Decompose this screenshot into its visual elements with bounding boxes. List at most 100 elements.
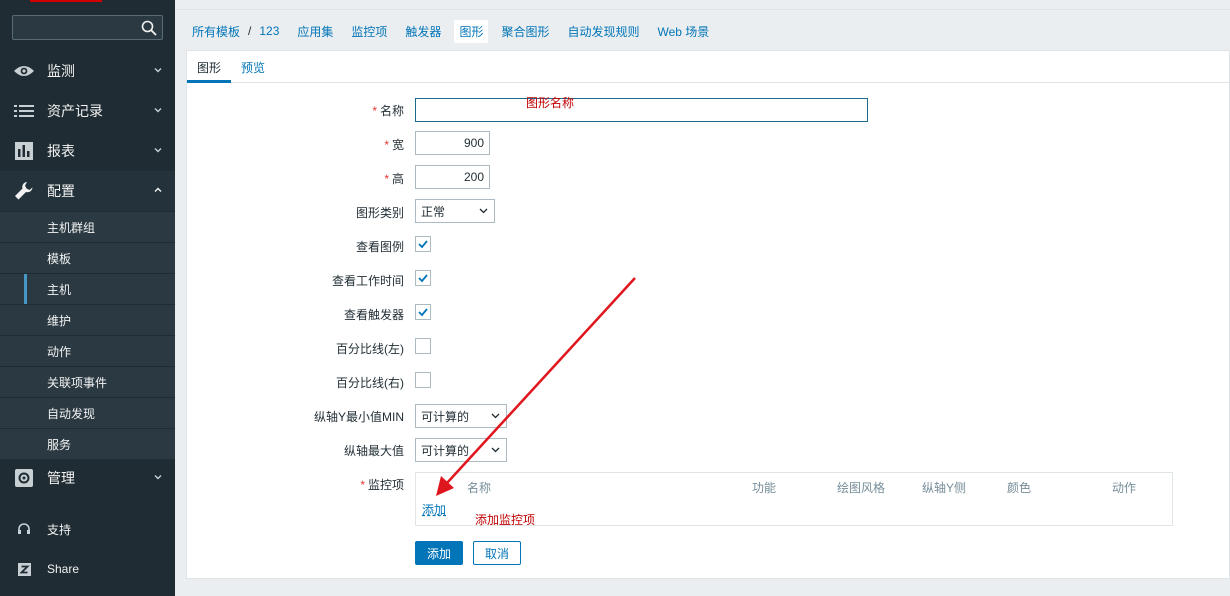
required-marker: *	[372, 104, 377, 118]
name-label-text: 名称	[379, 104, 404, 118]
submenu-label: 动作	[47, 344, 72, 359]
nav-label: 支持	[47, 522, 72, 537]
breadcrumb-all-templates[interactable]: 所有模板	[192, 23, 240, 40]
graph-type-value: 正常	[421, 204, 446, 219]
height-label: * 高	[384, 170, 404, 187]
annotation-graph-name: 图形名称	[526, 96, 575, 110]
checkmark-icon	[418, 274, 428, 283]
submenu-label: 服务	[47, 437, 72, 452]
list-icon	[12, 101, 36, 121]
submenu-label: 关联项事件	[47, 375, 108, 390]
submenu-label: 主机群组	[47, 220, 96, 235]
search-input[interactable]	[12, 15, 163, 40]
chevron-down-icon	[154, 148, 162, 153]
ymax-select[interactable]: 可计算的	[415, 438, 507, 462]
checkmark-icon	[418, 240, 428, 249]
required-marker: *	[384, 172, 389, 186]
form-tabs: 图形 预览	[187, 51, 1229, 83]
name-field[interactable]	[415, 98, 868, 122]
ymin-label: 纵轴Y最小值MIN	[313, 410, 404, 424]
nav-label: 监测	[47, 63, 75, 79]
tab-items[interactable]: 监控项	[351, 23, 387, 40]
form-tab-preview[interactable]: 预览	[241, 59, 265, 76]
submenu-label: 自动发现	[47, 406, 96, 421]
graph-type-label: 图形类别	[355, 206, 404, 220]
nav-support[interactable]: 支持	[0, 509, 175, 549]
nav-label: 配置	[47, 183, 75, 199]
show-worktime-label: 查看工作时间	[331, 274, 404, 288]
required-marker: *	[360, 478, 365, 492]
nav-label: 管理	[47, 470, 75, 486]
height-field[interactable]: 200	[415, 165, 490, 189]
search-icon[interactable]	[140, 19, 158, 37]
submenu-discovery[interactable]: 自动发现	[0, 397, 175, 428]
header: 所有模板 / 123 应用集 监控项 触发器 图形 聚合图形 自动发现规则 We…	[175, 0, 1230, 51]
items-col-name: 名称	[467, 481, 492, 495]
required-marker: *	[384, 138, 389, 152]
ymax-label: 纵轴最大值	[343, 444, 404, 458]
nav-label: 资产记录	[47, 103, 103, 119]
show-legend-checkbox[interactable]	[415, 236, 431, 252]
submenu-templates[interactable]: 模板	[0, 242, 175, 273]
chevron-down-icon	[154, 475, 162, 480]
add-item-link[interactable]: 添加	[422, 501, 446, 518]
add-button[interactable]: 添加	[415, 541, 463, 565]
submenu-label: 模板	[47, 251, 72, 266]
submenu-hosts[interactable]: 主机	[0, 273, 175, 305]
percentile-right-label: 百分比线(右)	[336, 376, 404, 390]
show-triggers-label: 查看触发器	[343, 308, 404, 322]
form-tab-graph[interactable]: 图形	[197, 59, 221, 76]
items-col-color: 颜色	[1007, 481, 1032, 495]
submenu-correlation[interactable]: 关联项事件	[0, 366, 175, 397]
tab-discovery-rules[interactable]: 自动发现规则	[567, 23, 639, 40]
percentile-left-checkbox[interactable]	[415, 338, 431, 354]
height-label-text: 高	[391, 172, 404, 186]
name-label: * 名称	[372, 102, 404, 119]
show-worktime-checkbox[interactable]	[415, 270, 431, 286]
nav-reports[interactable]: 报表	[0, 131, 175, 171]
wrench-icon	[12, 181, 36, 201]
show-legend-label: 查看图例	[355, 240, 404, 254]
active-tab-indicator	[187, 80, 231, 83]
chevron-down-icon	[154, 108, 162, 113]
nav-monitoring[interactable]: 监测	[0, 51, 175, 91]
gear-icon	[12, 468, 36, 488]
width-label: * 宽	[384, 136, 404, 153]
tab-graphs[interactable]: 图形	[454, 19, 489, 43]
cancel-button[interactable]: 取消	[473, 541, 521, 565]
width-field[interactable]: 900	[415, 131, 490, 155]
tab-web-scenarios[interactable]: Web 场景	[657, 23, 709, 40]
items-label: * 监控项	[360, 476, 404, 493]
tab-screens[interactable]: 聚合图形	[501, 23, 549, 40]
sidebar: 监测 资产记录 报表 配置 主机群组 模板 主机 维护 动作 关联项事件 自动发…	[0, 0, 175, 596]
show-triggers-checkbox[interactable]	[415, 304, 431, 320]
nav-label: 报表	[47, 143, 75, 159]
submenu-actions[interactable]: 动作	[0, 335, 175, 366]
breadcrumb: 所有模板 / 123 应用集 监控项 触发器 图形 聚合图形 自动发现规则 We…	[175, 11, 1230, 51]
graph-type-select[interactable]: 正常	[415, 199, 495, 223]
nav-administration[interactable]: 管理	[0, 458, 175, 498]
tab-triggers[interactable]: 触发器	[405, 23, 441, 40]
items-col-y-axis-side: 纵轴Y侧	[922, 481, 967, 495]
percentile-left-label: 百分比线(左)	[336, 342, 404, 356]
chevron-down-icon	[479, 208, 488, 214]
percentile-right-checkbox[interactable]	[415, 372, 431, 388]
chevron-down-icon	[491, 447, 500, 453]
breadcrumb-template[interactable]: 123	[259, 24, 279, 38]
tab-applications[interactable]: 应用集	[297, 23, 333, 40]
submenu-services[interactable]: 服务	[0, 428, 175, 459]
items-col-draw-style: 绘图风格	[837, 481, 886, 495]
checkmark-icon	[418, 308, 428, 317]
items-label-text: 监控项	[367, 478, 404, 492]
nav-configuration[interactable]: 配置	[0, 171, 175, 211]
ymin-select[interactable]: 可计算的	[415, 404, 507, 428]
submenu-maintenance[interactable]: 维护	[0, 304, 175, 335]
header-strip	[175, 0, 1230, 10]
nav-inventory[interactable]: 资产记录	[0, 91, 175, 131]
annotation-add-item: 添加监控项	[475, 513, 536, 527]
nav-share[interactable]: Share	[0, 549, 175, 589]
submenu-label: 维护	[47, 313, 72, 328]
graph-form-panel: 图形 预览 * 名称 * 宽 900 * 高 200 图形类别 正常 查看图例 查看工…	[186, 50, 1230, 579]
submenu-host-groups[interactable]: 主机群组	[0, 211, 175, 242]
ymin-value: 可计算的	[421, 409, 470, 424]
